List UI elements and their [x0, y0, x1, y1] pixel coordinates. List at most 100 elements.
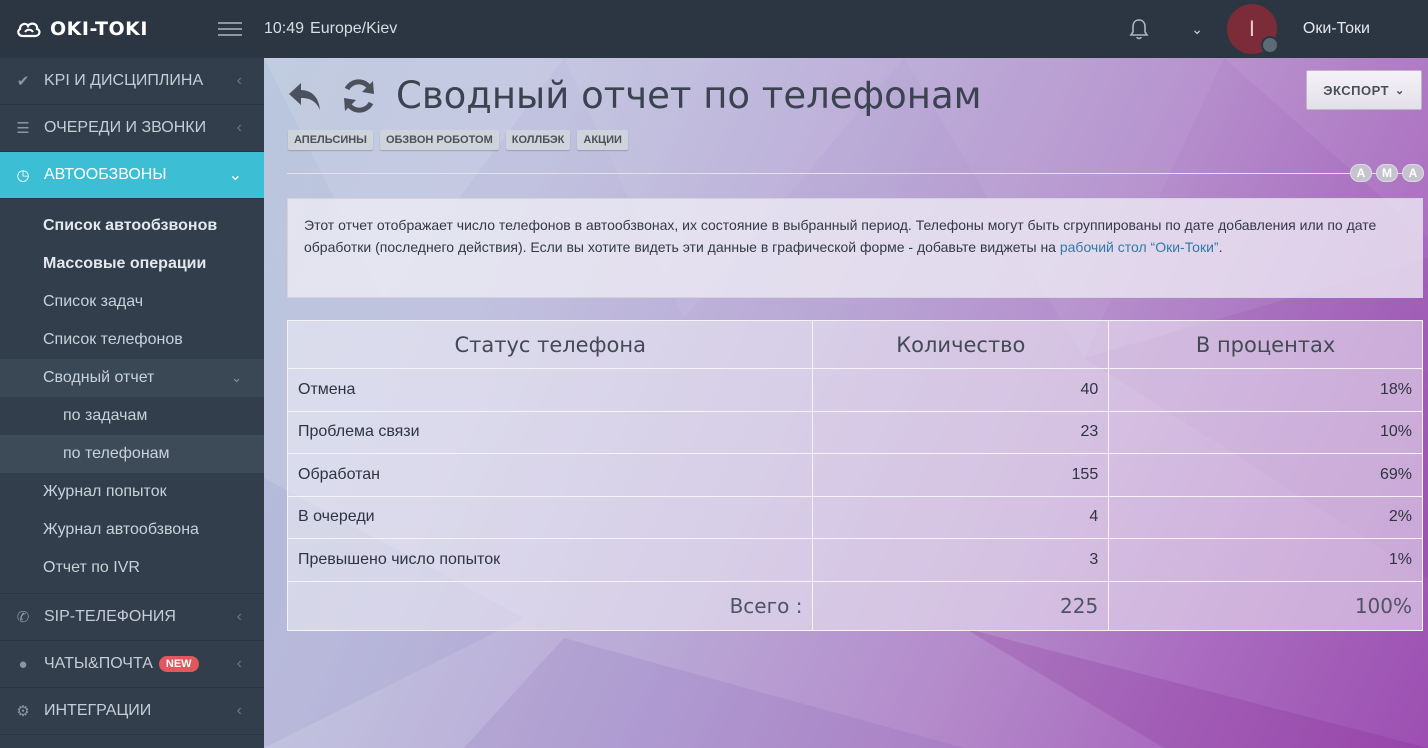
- sidebar-item-autocall-log[interactable]: Журнал автообзвона: [0, 511, 264, 549]
- clock-time: 10:49: [264, 20, 305, 37]
- sidebar-item-integrations[interactable]: ⚙ ИНТЕГРАЦИИ ‹: [0, 688, 264, 735]
- table-row: В очереди 4 2%: [286, 495, 1423, 539]
- divider: [287, 173, 1421, 174]
- chevron-left-icon: ‹: [236, 72, 242, 89]
- chevron-down-icon[interactable]: ⌄: [1191, 21, 1203, 38]
- tag-callback[interactable]: КОЛЛБЭК: [505, 130, 571, 150]
- table-row: Проблема связи 23 10%: [286, 410, 1423, 454]
- percent-cell: 1%: [1108, 538, 1423, 582]
- info-panel: Этот отчет отображает число телефонов в …: [287, 198, 1423, 298]
- tag-robot-call[interactable]: ОБЗВОН РОБОТОМ: [379, 130, 499, 150]
- sidebar-item-chats[interactable]: ● ЧАТЫ&ПОЧТА NEW ‹: [0, 641, 264, 688]
- chevron-left-icon: ‹: [236, 655, 242, 672]
- font-size-button[interactable]: M: [1376, 164, 1398, 182]
- logo-text: OKI-TOKI: [50, 18, 148, 40]
- menu-toggle-icon[interactable]: [218, 18, 242, 40]
- username[interactable]: Оки-Токи: [1303, 20, 1370, 38]
- count-cell: 155: [812, 453, 1110, 497]
- cloud-logo-icon: [17, 22, 41, 38]
- report-table: Статус телефона Количество В процентах О…: [286, 320, 1423, 631]
- count-cell: 23: [812, 410, 1110, 454]
- sidebar-item-label: SIP-ТЕЛЕФОНИЯ: [44, 608, 176, 625]
- sidebar-item-label: АВТООБЗВОНЫ: [44, 166, 167, 183]
- sidebar-item-summary-report[interactable]: Сводный отчет ⌄: [0, 359, 264, 397]
- page-title: Сводный отчет по телефонам: [396, 74, 982, 117]
- main-content: Сводный отчет по телефонам ЭКСПОРТ ⌄ АПЕ…: [264, 58, 1428, 748]
- table-row: Отмена 40 18%: [286, 368, 1423, 412]
- sidebar-item-phone-list[interactable]: Список телефонов: [0, 321, 264, 359]
- sidebar-item-autocall-list[interactable]: Список автообзвонов: [0, 207, 264, 245]
- percent-cell: 2%: [1108, 495, 1423, 539]
- filter-tags: АПЕЛЬСИНЫ ОБЗВОН РОБОТОМ КОЛЛБЭК АКЦИИ: [288, 130, 635, 150]
- status-dot: [1260, 36, 1279, 54]
- sidebar-item-by-phones[interactable]: по телефонам: [0, 435, 264, 473]
- phone-icon: ✆: [16, 609, 30, 626]
- sidebar-item-ivr-report[interactable]: Отчет по IVR: [0, 549, 264, 587]
- table-row: Превышено число попыток 3 1%: [286, 538, 1423, 582]
- status-cell: Превышено число попыток: [286, 538, 814, 582]
- sidebar-item-label: ОЧЕРЕДИ И ЗВОНКИ: [44, 119, 207, 136]
- percent-cell: 18%: [1108, 368, 1423, 412]
- column-header-percent: В процентах: [1108, 320, 1423, 369]
- gears-icon: ⚙: [16, 703, 30, 720]
- column-header-count: Количество: [812, 320, 1110, 369]
- count-cell: 4: [812, 495, 1110, 539]
- font-size-button[interactable]: A: [1402, 164, 1424, 182]
- info-end: .: [1218, 238, 1223, 255]
- tag-promo[interactable]: АКЦИИ: [577, 130, 628, 150]
- font-size-toggles: A M A: [1346, 164, 1424, 182]
- sidebar-item-label: ЧАТЫ&ПОЧТА: [44, 655, 153, 672]
- list-icon: ☰: [16, 120, 30, 137]
- bell-icon[interactable]: [1129, 18, 1149, 40]
- avatar[interactable]: I: [1226, 4, 1279, 54]
- export-button[interactable]: ЭКСПОРТ ⌄: [1306, 70, 1422, 110]
- percent-cell: 10%: [1108, 410, 1423, 454]
- chat-icon: ●: [18, 655, 28, 673]
- count-cell: 3: [812, 538, 1110, 582]
- tag-oranges[interactable]: АПЕЛЬСИНЫ: [288, 130, 373, 150]
- sidebar-item-kpi[interactable]: ✔ KPI И ДИСЦИПЛИНА ‹: [0, 58, 264, 105]
- table-total-row: Всего : 225 100%: [286, 580, 1423, 631]
- sidebar-item-task-list[interactable]: Список задач: [0, 283, 264, 321]
- total-label: Всего :: [286, 580, 814, 631]
- desktop-link[interactable]: рабочий стол “Оки-Токи”: [1060, 239, 1219, 255]
- status-cell: Отмена: [286, 368, 814, 412]
- autocalls-submenu: Список автообзвонов Массовые операции Сп…: [0, 199, 264, 594]
- check-icon: ✔: [16, 73, 30, 90]
- total-percent: 100%: [1108, 580, 1423, 631]
- sidebar-item-attempts-log[interactable]: Журнал попыток: [0, 473, 264, 511]
- chevron-down-icon: ⌄: [1395, 84, 1405, 97]
- chevron-down-icon: ⌄: [228, 167, 242, 184]
- sidebar-item-sip[interactable]: ✆ SIP-ТЕЛЕФОНИЯ ‹: [0, 594, 264, 641]
- sidebar-item-bulk-operations[interactable]: Массовые операции: [0, 245, 264, 283]
- avatar-initial: I: [1248, 16, 1255, 41]
- status-cell: В очереди: [286, 495, 814, 539]
- sidebar: ✔ KPI И ДИСЦИПЛИНА ‹ ☰ ОЧЕРЕДИ И ЗВОНКИ …: [0, 58, 264, 748]
- sidebar-item-label: Сводный отчет: [43, 369, 155, 386]
- sidebar-item-autocalls[interactable]: ◷ АВТООБЗВОНЫ ⌄: [0, 152, 264, 199]
- font-size-button[interactable]: A: [1350, 164, 1372, 182]
- sidebar-item-by-tasks[interactable]: по задачам: [0, 397, 264, 435]
- logo[interactable]: OKI-TOKI: [0, 18, 200, 40]
- chevron-left-icon: ‹: [236, 119, 242, 136]
- export-label: ЭКСПОРТ: [1323, 82, 1390, 98]
- sidebar-item-label: KPI И ДИСЦИПЛИНА: [44, 72, 204, 89]
- column-header-status: Статус телефона: [286, 320, 814, 369]
- count-cell: 40: [812, 368, 1110, 412]
- chevron-left-icon: ‹: [236, 608, 242, 625]
- sidebar-item-queues[interactable]: ☰ ОЧЕРЕДИ И ЗВОНКИ ‹: [0, 105, 264, 152]
- status-cell: Обработан: [286, 453, 814, 497]
- sidebar-item-label: ИНТЕГРАЦИИ: [44, 702, 152, 719]
- timezone: Europe/Kiev: [310, 20, 398, 37]
- status-cell: Проблема связи: [286, 410, 814, 454]
- new-badge: NEW: [158, 656, 199, 672]
- chevron-down-icon: ⌄: [231, 370, 242, 385]
- chevron-left-icon: ‹: [236, 702, 242, 719]
- clock-icon: ◷: [16, 167, 30, 184]
- percent-cell: 69%: [1108, 453, 1423, 497]
- top-bar: OKI-TOKI 10:49 Europe/Kiev ⌄ I Оки-Токи: [0, 0, 1428, 58]
- table-header-row: Статус телефона Количество В процентах: [286, 320, 1423, 369]
- total-count: 225: [812, 580, 1110, 631]
- refresh-icon[interactable]: [340, 77, 378, 115]
- back-arrow-icon[interactable]: [286, 77, 324, 115]
